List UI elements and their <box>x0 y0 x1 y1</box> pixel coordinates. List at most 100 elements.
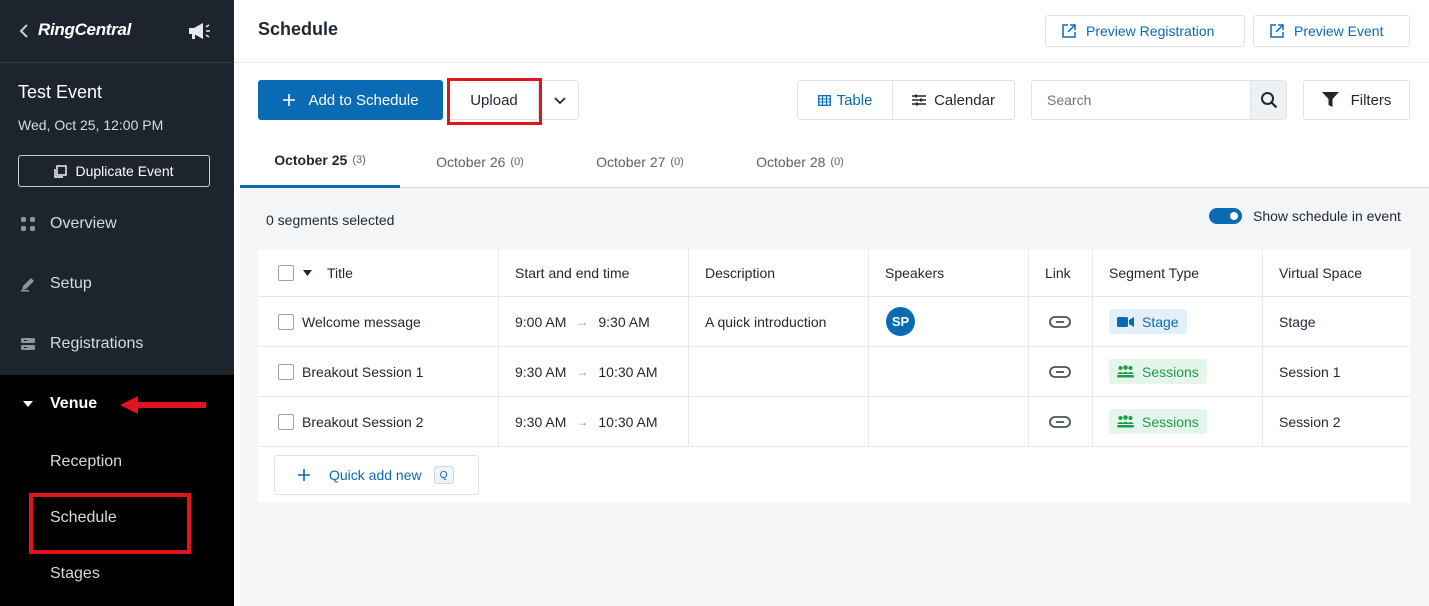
megaphone-icon[interactable] <box>186 20 212 42</box>
row-divider <box>258 296 1410 297</box>
event-name: Test Event <box>18 82 103 102</box>
column-header[interactable]: Description <box>705 249 775 297</box>
row-divider <box>258 446 1410 447</box>
selected-count: 0 segments selected <box>266 212 395 228</box>
chevron-down-icon <box>554 97 566 105</box>
upload-options-dropdown[interactable] <box>541 80 579 120</box>
duplicate-event-button[interactable]: Duplicate Event <box>18 155 210 187</box>
filter-icon <box>1321 92 1339 107</box>
segment-type-badge: Stage <box>1109 309 1187 334</box>
end-time: 10:30 AM <box>598 363 658 380</box>
row-divider <box>258 346 1410 347</box>
annotation-highlight-box <box>447 78 542 125</box>
column-header[interactable]: Start and end time <box>515 249 629 297</box>
link-icon[interactable] <box>1049 415 1071 428</box>
search-box <box>1031 80 1287 120</box>
pencil-icon <box>21 278 34 292</box>
table-row[interactable]: Welcome message <box>278 297 421 346</box>
brand-row: RingCentral <box>0 0 234 63</box>
preview-registration-button[interactable]: Preview Registration <box>1045 15 1245 47</box>
end-time: 10:30 AM <box>598 413 658 430</box>
column-divider <box>498 249 499 446</box>
view-calendar-button[interactable]: Calendar <box>892 80 1015 120</box>
table-row[interactable]: Breakout Session 1 <box>278 347 423 396</box>
preview-event-label: Preview Event <box>1294 23 1384 39</box>
quick-add-button[interactable]: Quick add new Q <box>274 455 479 495</box>
column-header[interactable]: Title <box>327 265 353 281</box>
view-table-button[interactable]: Table <box>797 80 893 120</box>
column-header[interactable]: Link <box>1045 249 1071 297</box>
select-all-checkbox[interactable] <box>278 265 294 281</box>
back-chevron-icon[interactable] <box>18 22 32 40</box>
row-virtual-space: Stage <box>1279 313 1316 330</box>
show-schedule-label: Show schedule in event <box>1253 208 1401 224</box>
people-group-icon <box>1117 415 1134 428</box>
link-icon[interactable] <box>1049 315 1071 328</box>
row-segment-type: Stage <box>1109 297 1187 346</box>
segment-type-label: Sessions <box>1142 413 1199 430</box>
row-divider <box>258 396 1410 397</box>
arrow-right-icon: → <box>576 414 589 429</box>
sidebar-item-label: Venue <box>50 395 98 412</box>
row-speakers: SP <box>886 297 915 346</box>
brand-logo: RingCentral <box>38 20 132 39</box>
copy-icon <box>54 164 68 178</box>
preview-event-button[interactable]: Preview Event <box>1253 15 1410 47</box>
add-to-schedule-button[interactable]: Add to Schedule <box>258 80 443 120</box>
sidebar-item-label: Registrations <box>50 335 144 352</box>
sidebar-item-label: Setup <box>50 275 92 292</box>
quick-add-label: Quick add new <box>329 467 422 483</box>
view-calendar-label: Calendar <box>934 91 995 109</box>
date-tabs: October 25 (3) October 26 (0) October 27 (0… <box>240 135 1429 188</box>
start-time: 9:00 AM <box>515 313 567 330</box>
filters-button[interactable]: Filters <box>1303 80 1410 120</box>
tab-label: October 26 <box>436 153 506 170</box>
view-table-label: Table <box>836 91 873 109</box>
tab-label: October 27 <box>596 153 666 170</box>
sidebar-item-registrations[interactable]: Registrations <box>0 314 234 374</box>
caret-down-icon[interactable] <box>303 270 312 276</box>
show-schedule-toggle[interactable] <box>1209 208 1242 224</box>
column-header[interactable]: Speakers <box>885 249 944 297</box>
row-checkbox[interactable] <box>278 313 294 330</box>
column-header[interactable]: Segment Type <box>1109 249 1199 297</box>
link-icon[interactable] <box>1049 365 1071 378</box>
keyboard-shortcut: Q <box>433 466 454 484</box>
tab-october-27[interactable]: October 27 (0) <box>560 135 720 188</box>
end-time: 9:30 AM <box>598 313 650 330</box>
sidebar-subitem-stages[interactable]: Stages <box>50 565 100 583</box>
grid-icon <box>21 217 35 231</box>
speaker-avatar[interactable]: SP <box>886 307 915 336</box>
column-divider <box>1028 249 1029 446</box>
column-divider <box>1262 249 1263 446</box>
tab-october-28[interactable]: October 28 (0) <box>720 135 880 188</box>
search-button[interactable] <box>1250 81 1286 119</box>
sidebar-item-overview[interactable]: Overview <box>0 194 234 254</box>
tab-october-26[interactable]: October 26 (0) <box>400 135 560 188</box>
row-virtual-space: Session 2 <box>1279 413 1341 430</box>
tab-label: October 28 <box>756 153 826 170</box>
row-segment-type: Sessions <box>1109 397 1207 446</box>
row-description: A quick introduction <box>705 313 827 330</box>
row-checkbox[interactable] <box>278 413 294 430</box>
row-checkbox[interactable] <box>278 363 294 380</box>
table-row[interactable]: Breakout Session 2 <box>278 397 423 446</box>
tab-october-25[interactable]: October 25 (3) <box>240 135 400 188</box>
column-header[interactable]: Virtual Space <box>1279 249 1362 297</box>
segment-type-badge: Sessions <box>1109 409 1207 434</box>
row-title: Breakout Session 1 <box>302 363 424 380</box>
external-link-icon <box>1270 24 1284 38</box>
column-divider <box>868 249 869 446</box>
row-time: 9:30 AM → 10:30 AM <box>515 347 658 396</box>
row-link <box>1049 347 1071 396</box>
add-to-schedule-label: Add to Schedule <box>308 91 419 109</box>
tab-count: (3) <box>352 154 366 166</box>
event-date: Wed, Oct 25, 12:00 PM <box>18 117 164 133</box>
tab-label: October 25 <box>274 152 348 168</box>
row-virtual-space: Session 1 <box>1279 363 1341 380</box>
external-link-icon <box>1062 24 1076 38</box>
sidebar-subitem-reception[interactable]: Reception <box>50 453 122 471</box>
sidebar-item-setup[interactable]: Setup <box>0 254 234 314</box>
search-input[interactable] <box>1032 81 1252 119</box>
arrow-right-icon: → <box>576 364 589 379</box>
